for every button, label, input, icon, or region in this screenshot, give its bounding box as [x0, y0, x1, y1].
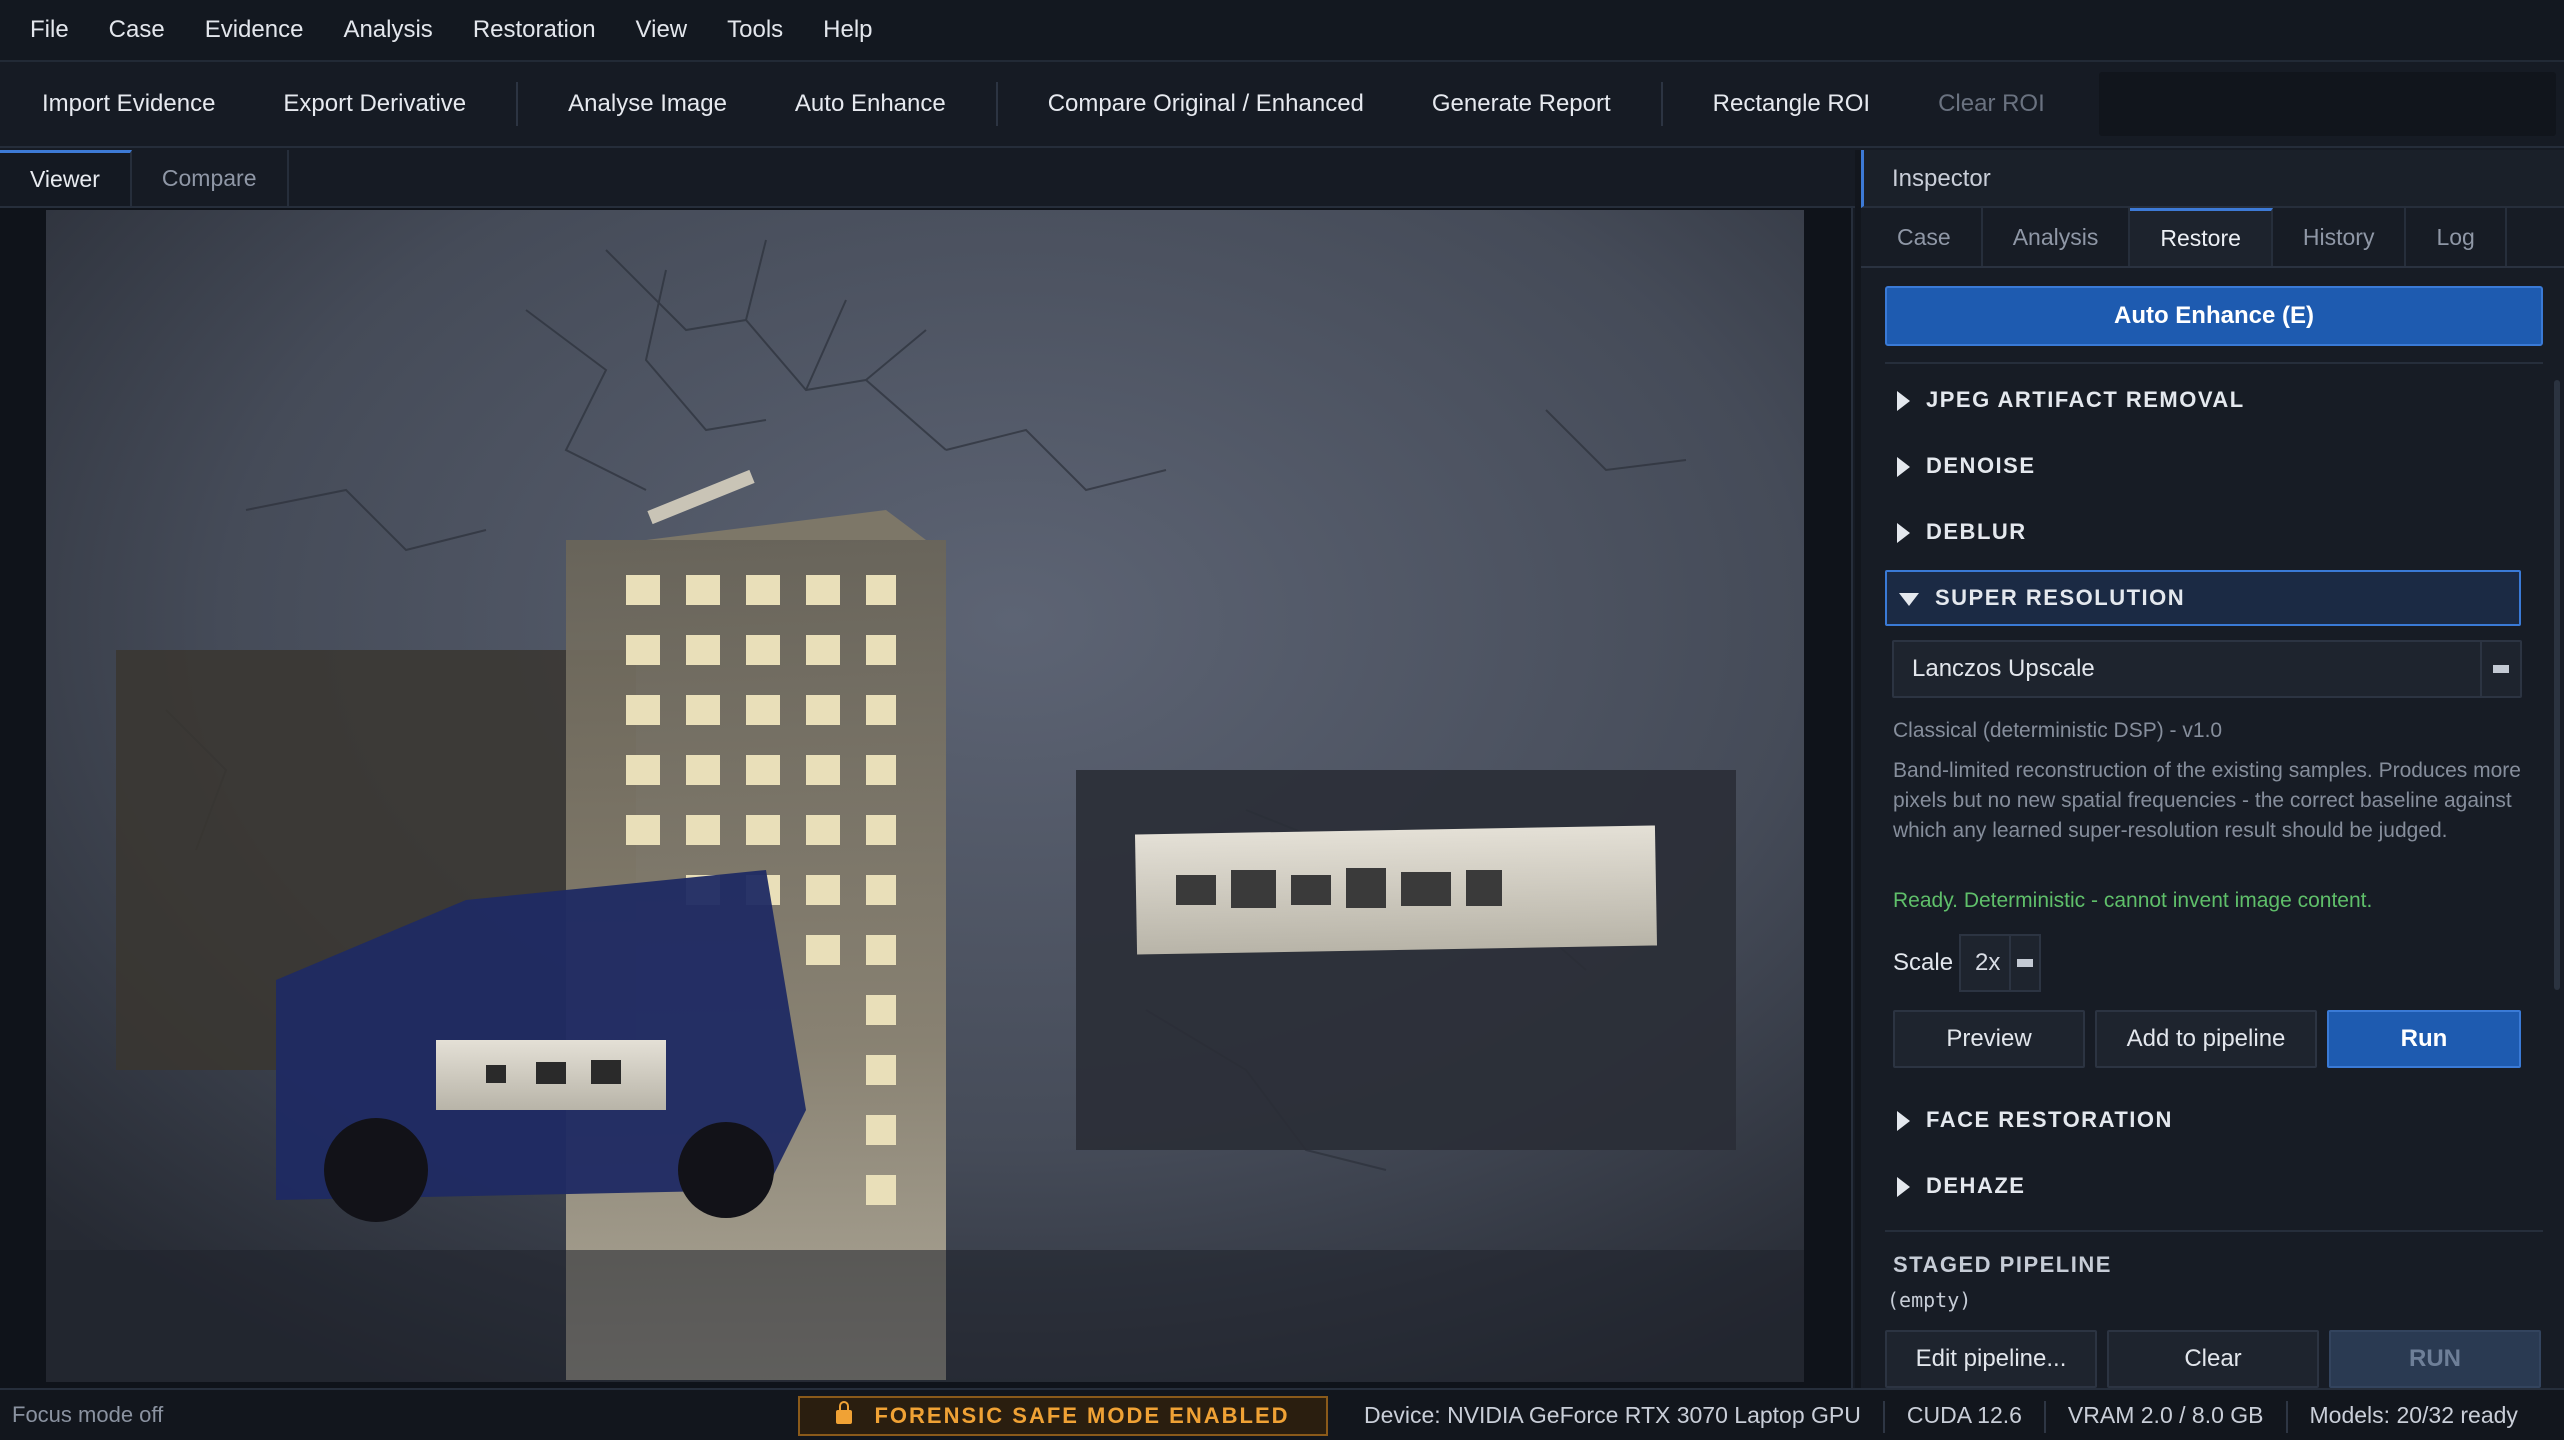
section-denoise[interactable]: DENOISE [1885, 438, 2521, 494]
clear-pipeline-button[interactable]: Clear [2107, 1330, 2319, 1388]
staged-pipeline-empty: (empty) [1887, 1288, 1972, 1312]
run-button[interactable]: Run [2327, 1010, 2521, 1068]
chevron-right-icon [1897, 457, 1910, 478]
auto-enhance-button[interactable]: Auto Enhance (E) [1885, 286, 2543, 346]
inspector-panel: Inspector Case Analysis Restore History … [1861, 150, 2564, 1388]
menu-bar: File Case Evidence Analysis Restoration … [0, 0, 2564, 62]
run-pipeline-button[interactable]: RUN [2329, 1330, 2541, 1388]
rectangle-roi-button[interactable]: Rectangle ROI [1679, 61, 1904, 147]
section-dehaze[interactable]: DEHAZE [1885, 1158, 2521, 1214]
inspector-title: Inspector [1861, 150, 2564, 208]
tab-case[interactable]: Case [1867, 208, 1983, 266]
chevron-right-icon [1897, 523, 1910, 544]
scale-select[interactable]: 2x [1959, 934, 2041, 992]
lock-icon [836, 1401, 853, 1424]
add-to-pipeline-button[interactable]: Add to pipeline [2095, 1010, 2317, 1068]
safe-mode-text: FORENSIC SAFE MODE ENABLED [874, 1403, 1290, 1428]
tab-restore[interactable]: Restore [2130, 208, 2273, 266]
toolbar-empty-area [2098, 72, 2556, 136]
forensic-safe-mode-badge: FORENSIC SAFE MODE ENABLED [798, 1396, 1328, 1436]
inspector-scrollbar[interactable] [2554, 380, 2560, 990]
toolbar: Import Evidence Export Derivative Analys… [0, 62, 2564, 148]
section-label: SUPER RESOLUTION [1935, 585, 2186, 610]
toolbar-separator [1660, 82, 1663, 126]
section-label: FACE RESTORATION [1926, 1107, 2173, 1132]
toolbar-separator [516, 82, 519, 126]
status-bar: Focus mode off FORENSIC SAFE MODE ENABLE… [0, 1388, 2564, 1440]
dropdown-arrow-icon[interactable] [2480, 642, 2520, 696]
tab-log[interactable]: Log [2406, 208, 2507, 266]
scale-label: Scale [1893, 949, 1954, 976]
generate-report-button[interactable]: Generate Report [1398, 61, 1645, 147]
menu-restoration[interactable]: Restoration [453, 16, 616, 44]
cuda-version: CUDA 12.6 [1906, 1402, 2022, 1428]
edit-pipeline-button[interactable]: Edit pipeline... [1885, 1330, 2097, 1388]
tab-analysis[interactable]: Analysis [1983, 208, 2131, 266]
tab-history[interactable]: History [2273, 208, 2407, 266]
device-name: Device: NVIDIA GeForce RTX 3070 Laptop G… [1364, 1402, 1861, 1428]
inspector-tabs: Case Analysis Restore History Log [1861, 208, 2564, 268]
section-super-resolution[interactable]: SUPER RESOLUTION [1885, 570, 2521, 626]
staged-pipeline-title: STAGED PIPELINE [1893, 1252, 2112, 1277]
evidence-image-graphic [46, 210, 1804, 1382]
compare-button[interactable]: Compare Original / Enhanced [1014, 61, 1398, 147]
sr-method-meta: Classical (deterministic DSP) - v1.0 [1893, 719, 2223, 742]
import-evidence-button[interactable]: Import Evidence [8, 61, 249, 147]
auto-enhance-toolbar-button[interactable]: Auto Enhance [761, 61, 980, 147]
sr-status: Ready. Deterministic - cannot invent ima… [1893, 889, 2373, 912]
toolbar-separator [995, 82, 998, 126]
menu-analysis[interactable]: Analysis [323, 16, 452, 44]
section-face-restoration[interactable]: FACE RESTORATION [1885, 1092, 2521, 1148]
menu-case[interactable]: Case [89, 16, 185, 44]
vram-usage: VRAM 2.0 / 8.0 GB [2067, 1402, 2264, 1428]
divider [1885, 1230, 2543, 1232]
section-label: JPEG ARTIFACT REMOVAL [1926, 387, 2245, 412]
tab-viewer[interactable]: Viewer [0, 150, 132, 206]
export-derivative-button[interactable]: Export Derivative [249, 61, 500, 147]
chevron-down-icon [1899, 592, 1919, 606]
divider [1885, 362, 2543, 364]
section-deblur[interactable]: DEBLUR [1885, 504, 2521, 560]
sr-description: Band-limited reconstruction of the exist… [1893, 759, 2521, 842]
section-label: DENOISE [1926, 453, 2036, 478]
focus-mode-status: Focus mode off [12, 1402, 164, 1427]
sr-method-select[interactable]: Lanczos Upscale [1892, 640, 2522, 698]
evidence-image[interactable] [46, 210, 1804, 1382]
menu-help[interactable]: Help [803, 16, 892, 44]
menu-tools[interactable]: Tools [707, 16, 803, 44]
device-status: Device: NVIDIA GeForce RTX 3070 Laptop G… [1364, 1390, 2518, 1440]
scale-value: 2x [1975, 949, 2001, 976]
menu-evidence[interactable]: Evidence [185, 16, 324, 44]
preview-button[interactable]: Preview [1893, 1010, 2085, 1068]
menu-file[interactable]: File [10, 16, 89, 44]
restore-panel: Auto Enhance (E) JPEG ARTIFACT REMOVAL D… [1861, 270, 2564, 1388]
chevron-right-icon [1897, 1111, 1910, 1132]
sr-method-value: Lanczos Upscale [1912, 655, 2095, 682]
section-label: DEHAZE [1926, 1173, 2026, 1198]
menu-view[interactable]: View [616, 16, 708, 44]
clear-roi-button[interactable]: Clear ROI [1904, 61, 2079, 147]
tab-compare[interactable]: Compare [132, 150, 289, 206]
dropdown-arrow-icon[interactable] [2009, 936, 2039, 990]
models-ready: Models: 20/32 ready [2309, 1402, 2518, 1428]
chevron-right-icon [1897, 391, 1910, 412]
viewer-tabs: Viewer Compare [0, 150, 1855, 208]
chevron-right-icon [1897, 1177, 1910, 1198]
section-label: DEBLUR [1926, 519, 2027, 544]
section-jpeg-artifact-removal[interactable]: JPEG ARTIFACT REMOVAL [1885, 372, 2521, 428]
image-viewport[interactable] [0, 208, 1853, 1388]
analyse-image-button[interactable]: Analyse Image [534, 61, 761, 147]
